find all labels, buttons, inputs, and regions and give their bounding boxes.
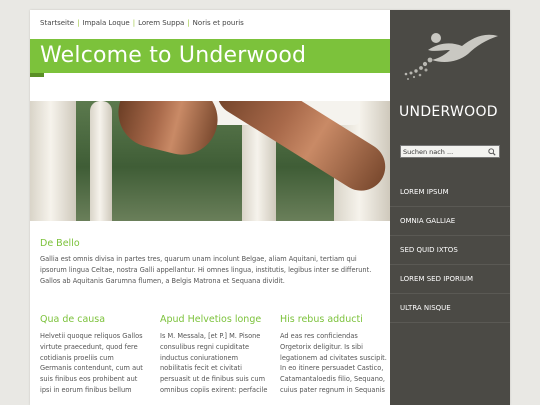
column-line: Orgetorix deligitur. Is sibi [280, 342, 363, 351]
breadcrumb-item-impala[interactable]: Impala Loque [82, 19, 129, 27]
column-line: ipsi in eorum finibus bellum [40, 385, 132, 394]
breadcrumb-separator: | [77, 19, 80, 27]
column-line: Germanis contendunt, cum aut [40, 364, 143, 373]
breadcrumb-separator: | [187, 19, 190, 27]
search-icon[interactable] [488, 148, 496, 156]
column-heading: Qua de causa [40, 314, 106, 325]
balustrade-column [30, 101, 76, 221]
column-line: Helvetii quoque reliquos Gallos [40, 332, 143, 340]
column-line: inductus coniurationem [160, 353, 239, 362]
nav-item-omnia-galliae[interactable]: OMNIA GALLIAE [390, 207, 510, 236]
column-line: Is M. Messala, [et P.] M. Pisone [160, 332, 261, 340]
nav-item-lorem-sed-iporium[interactable]: LOREM SED IPORIUM [390, 265, 510, 294]
search-input[interactable]: Suchen nach ... [403, 148, 453, 156]
leg-shape [111, 101, 225, 163]
breadcrumb-item-lorem[interactable]: Lorem Suppa [138, 19, 184, 27]
brand-name: UNDERWOOD [399, 104, 498, 120]
page: Startseite | Impala Loque | Lorem Suppa | Nori… [30, 10, 510, 405]
column-text: Helvetii quoque reliquos Gallos virtute … [40, 331, 152, 396]
intro-heading: De Bello [40, 238, 80, 249]
column-line: persuasit ut de finibus suis cum [160, 375, 266, 384]
column-line: legationem ad civitates suscipit. [280, 353, 387, 362]
intro-text: Gallia est omnis divisa in partes tres, … [40, 255, 372, 285]
hero-image [30, 101, 390, 221]
column-line: Catamantaloedis filio, Sequano, [280, 375, 386, 384]
breadcrumb-item-noris[interactable]: Noris et pouris [193, 19, 244, 27]
breadcrumb-item-home[interactable]: Startseite [40, 19, 74, 27]
banner-fold [30, 73, 44, 77]
nav-item-ultra-nisque[interactable]: ULTRA NISQUE [390, 294, 510, 323]
nav-item-sed-quid-ixtos[interactable]: SED QUID IXTOS [390, 236, 510, 265]
column-line: virtute praecedunt, quod fere [40, 342, 138, 351]
search-box[interactable]: Suchen nach ... [400, 145, 500, 158]
column-line: omnibus copiis exirent: perfacile [160, 385, 268, 394]
sidebar-nav: LOREM IPSUM OMNIA GALLIAE SED QUID IXTOS… [390, 178, 510, 323]
main-content: Startseite | Impala Loque | Lorem Suppa | Nori… [30, 10, 390, 405]
breadcrumb-separator: | [132, 19, 136, 27]
balustrade-column [90, 101, 112, 221]
breadcrumb: Startseite | Impala Loque | Lorem Suppa | Nori… [40, 19, 244, 27]
column-line: consulibus regni cupiditate [160, 342, 250, 351]
column-heading: His rebus adducti [280, 314, 363, 325]
nav-item-lorem-ipsum[interactable]: LOREM IPSUM [390, 178, 510, 207]
column-line: cotidianis proeliis cum [40, 353, 114, 362]
column-line: In eo itinere persuadet Castico, [280, 364, 384, 373]
column-line: cuius pater regnum in Sequanis [280, 385, 385, 394]
column-text: Is M. Messala, [et P.] M. Pisone consuli… [160, 331, 272, 396]
column-text: Ad eas res conficiendas Orgetorix deligi… [280, 331, 388, 396]
column-line: nobilitatis fecit et civitati [160, 364, 242, 373]
logo-icon[interactable] [400, 30, 500, 90]
column-line: Ad eas res conficiendas [280, 332, 358, 340]
page-title: Welcome to Underwood [40, 43, 307, 68]
sidebar: UNDERWOOD Suchen nach ... LOREM IPSUM OM… [390, 10, 510, 405]
welcome-banner: Welcome to Underwood [30, 39, 390, 73]
column-line: suis finibus eos prohibent aut [40, 375, 138, 384]
column-heading: Apud Helvetios longe [160, 314, 262, 325]
